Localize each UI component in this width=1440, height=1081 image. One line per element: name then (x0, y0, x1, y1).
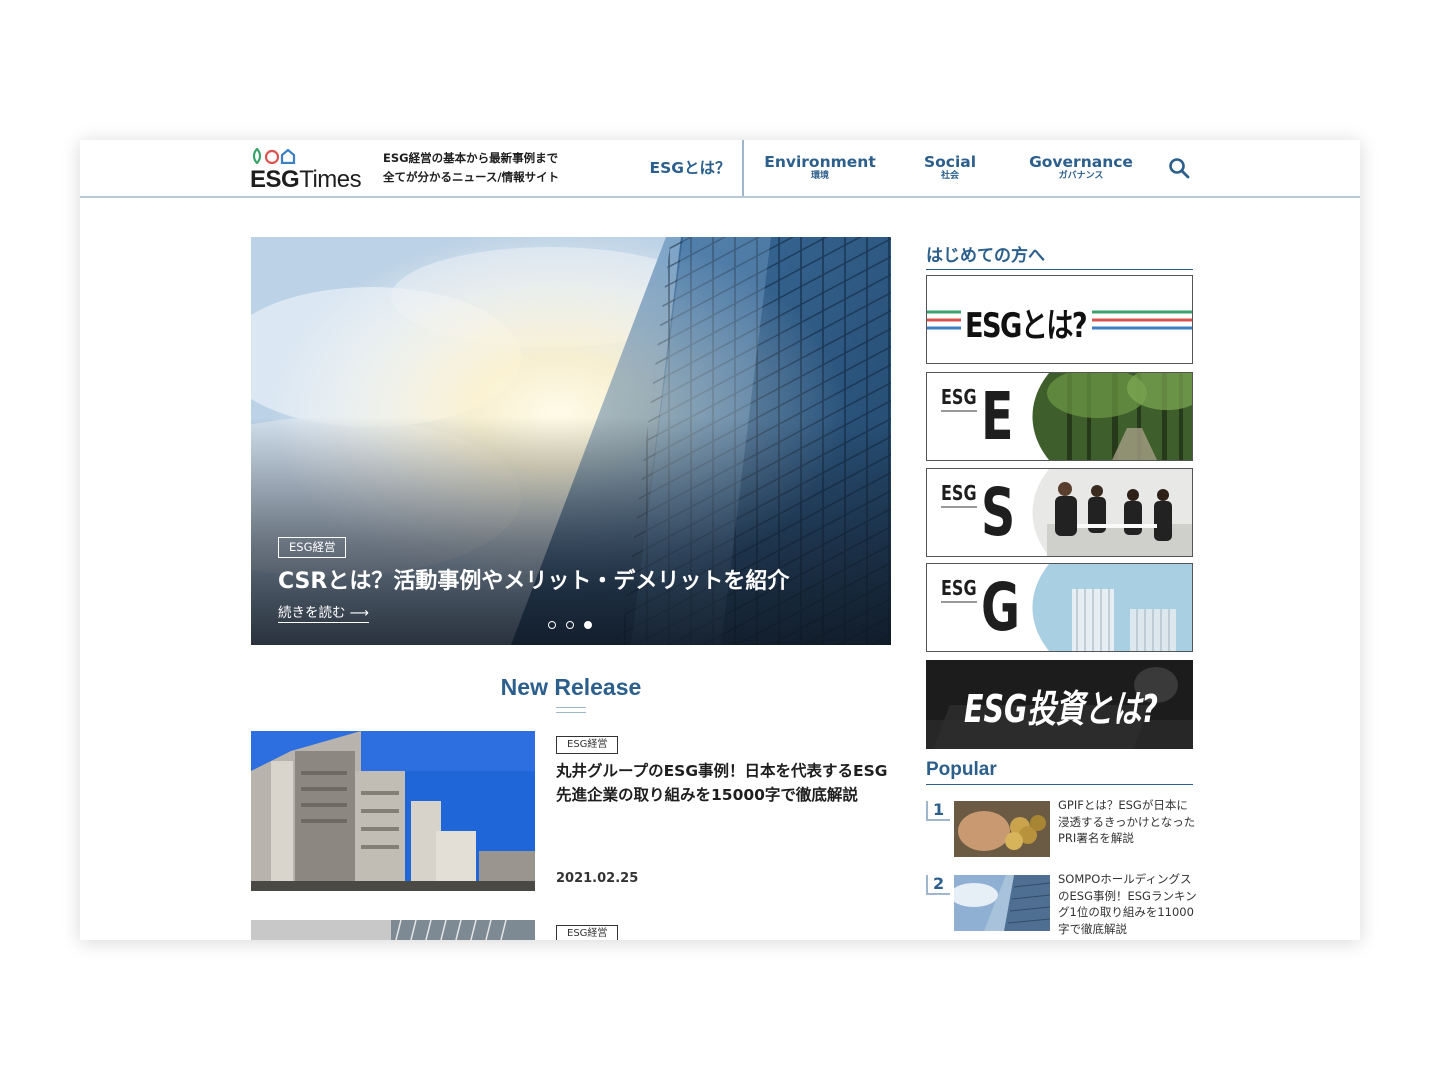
hero-category-tag[interactable]: ESG経営 (278, 537, 347, 558)
new-release-heading: New Release (500, 674, 642, 700)
nav-social-sublabel: 社会 (940, 171, 959, 181)
slider-dot-3[interactable] (584, 621, 592, 629)
nav-divider (742, 140, 744, 196)
intro-heading: はじめての方へ (926, 241, 1193, 270)
article-category-tag[interactable]: ESG経営 (556, 736, 619, 754)
hero-title[interactable]: CSRとは？活動事例やメリット・デメリットを紹介 (278, 563, 789, 595)
banner-social-letter: S (981, 474, 1016, 551)
logo-mark-icon (250, 148, 300, 164)
hero-slider[interactable]: ESG経営 CSRとは？活動事例やメリット・デメリットを紹介 続きを読む ⟶ (251, 237, 891, 645)
banner-governance-prefix: ESG (941, 576, 977, 600)
article-card: ESG経営 丸井グループのESG事例！日本を代表するESG先進企業の取り組みを1… (251, 731, 891, 901)
nav-governance-label: Governance (1029, 153, 1133, 171)
popular-thumbnail[interactable] (954, 801, 1050, 857)
search-icon[interactable] (1168, 157, 1190, 179)
article-thumbnail[interactable] (251, 920, 535, 940)
slider-dots (548, 621, 592, 629)
nav-governance-sublabel: ガバナンス (1058, 171, 1104, 181)
banner-governance-letter: G (981, 569, 1021, 646)
article-thumbnail[interactable] (251, 731, 535, 891)
popular-heading: Popular (926, 759, 1193, 785)
popular-title[interactable]: SOMPOホールディングスのESG事例！ESGランキング1位の取り組みを1100… (1058, 871, 1198, 937)
heading-underline (556, 707, 586, 713)
banner-esg-investment[interactable]: ESG投資とは? (926, 660, 1193, 749)
popular-rank: 1 (926, 801, 950, 821)
logo-wordmark: ESGTimes (250, 166, 362, 193)
banner-esg-about[interactable]: ESGとは? (926, 275, 1193, 364)
hero-read-more-link[interactable]: 続きを読む ⟶ (278, 601, 370, 623)
article-date: 2021.02.25 (556, 871, 639, 886)
site-header: ESGTimes ESG経営の基本から最新事例まで 全てが分かるニュース/情報サ… (80, 140, 1360, 198)
banner-environment-letter: E (981, 378, 1014, 455)
tagline-line-1: ESG経営の基本から最新事例まで (383, 151, 559, 165)
nav-social-label: Social (923, 153, 977, 171)
banner-social-prefix: ESG (941, 481, 977, 505)
banner-environment[interactable]: ESG E (926, 372, 1193, 461)
article-card: ESG経営 (251, 920, 891, 940)
nav-governance[interactable]: Governance ガバナンス (1025, 140, 1137, 196)
nav-social[interactable]: Social 社会 (910, 140, 990, 196)
site-logo[interactable]: ESGTimes (250, 148, 365, 192)
nav-esg-about[interactable]: ESGとは？ (640, 140, 740, 196)
browser-viewport: ESGTimes ESG経営の基本から最新事例まで 全てが分かるニュース/情報サ… (80, 140, 1360, 940)
popular-item[interactable]: 2 SOMPOホールディングスのESG事例！ESGランキング1位の取り組みを11… (926, 872, 1197, 936)
site-tagline: ESG経営の基本から最新事例まで 全てが分かるニュース/情報サイト (383, 149, 559, 187)
slider-dot-2[interactable] (566, 621, 574, 629)
popular-thumbnail[interactable] (954, 875, 1050, 931)
banner-esg-investment-label: ESG投資とは? (964, 687, 1158, 731)
nav-environment[interactable]: Environment 環境 (760, 140, 880, 196)
nav-esg-about-label: ESGとは？ (649, 158, 731, 177)
article-title[interactable]: 丸井グループのESG事例！日本を代表するESG先進企業の取り組みを15000字で… (556, 759, 896, 807)
banner-esg-about-label: ESGとは? (965, 306, 1088, 346)
popular-item[interactable]: 1 GPIFとは？ESGが日本に浸透するきっかけとなったPRI署名を解説 (926, 798, 1195, 857)
slider-dot-1[interactable] (548, 621, 556, 629)
banner-social[interactable]: ESG S (926, 468, 1193, 557)
tagline-line-2: 全てが分かるニュース/情報サイト (383, 170, 560, 184)
banner-governance[interactable]: ESG G (926, 563, 1193, 652)
popular-title[interactable]: GPIFとは？ESGが日本に浸透するきっかけとなったPRI署名を解説 (1058, 797, 1198, 847)
nav-environment-sublabel: 環境 (810, 171, 829, 181)
article-category-tag[interactable]: ESG経営 (556, 925, 619, 940)
popular-rank: 2 (926, 875, 950, 895)
banner-environment-prefix: ESG (941, 385, 977, 409)
nav-environment-label: Environment (764, 153, 876, 171)
